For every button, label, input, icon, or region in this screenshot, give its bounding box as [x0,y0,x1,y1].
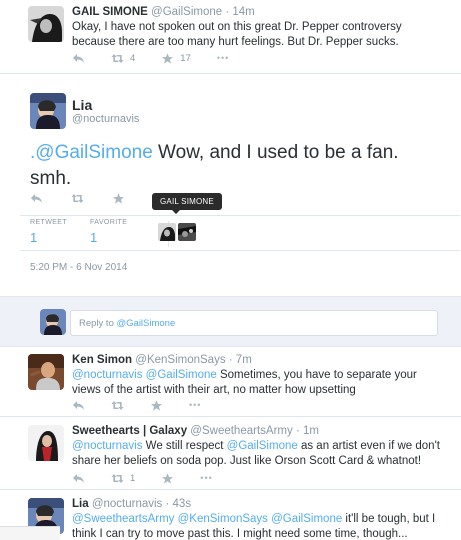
reply-button[interactable] [72,53,85,64]
retweet-button[interactable]: 1 [111,473,135,484]
retweet-icon [111,53,124,63]
avatar[interactable] [30,93,66,129]
retweet-icon [71,194,84,203]
mention-link[interactable]: @nocturnavis [72,440,142,452]
horizontal-scrollbar[interactable] [0,526,60,540]
retweet-icon [111,473,124,483]
tweet-actions: 4 17 ••• [72,51,255,65]
tweet-sweethearts[interactable]: Sweethearts | Galaxy @SweetheartsArmy · … [0,417,461,490]
tweet-actions: ••• [72,398,227,412]
tweet-text: .@GailSimone Wow, and I used to be a fan… [30,140,441,192]
more-button[interactable]: ••• [217,53,229,63]
tweet-time[interactable]: · 7m [229,354,252,366]
avatar [40,309,66,335]
author-handle[interactable]: @nocturnavis [92,498,162,510]
favorite-button[interactable]: 17 [161,53,191,64]
tweet-stats: RETWEET 1 FAVORITE 1 [20,215,460,251]
favorite-count[interactable]: 1 [90,230,127,245]
reply-icon [73,473,84,483]
favorite-button[interactable] [161,472,174,484]
reply-button[interactable] [72,473,85,484]
favorite-label: FAVORITE [90,219,128,226]
mention-link[interactable]: .@GailSimone [30,142,153,163]
reply-icon [31,194,42,203]
tweet-time[interactable]: · 14m [225,6,254,18]
favorite-button[interactable] [112,193,125,204]
tweet-time[interactable]: · 1m [296,425,319,437]
tweet-header: GAIL SIMONE @GailSimone · 14m [72,6,255,18]
avatar[interactable] [28,354,64,390]
retweet-icon [111,400,124,410]
reply-prefix: Reply to [79,318,117,329]
more-button[interactable]: ••• [200,473,212,483]
mention-link[interactable]: @nocturnavis @GailSimone [72,369,217,381]
author-handle[interactable]: @SweetheartsArmy [190,425,292,437]
author-name[interactable]: Ken Simon [72,354,132,366]
retweet-button[interactable] [71,193,84,204]
retweet-button[interactable] [111,400,124,411]
tweet-actions: 1 ••• [72,471,239,485]
reply-input[interactable]: Reply to @GailSimone [70,310,438,336]
favoriter-avatar[interactable] [178,223,196,241]
author-name[interactable]: Sweethearts | Galaxy [72,425,187,437]
retweet-count: 1 [130,472,136,484]
author-name[interactable]: GAIL SIMONE [72,6,148,18]
reply-button[interactable] [30,193,43,204]
tweet-timestamp[interactable]: 5:20 PM - 6 Nov 2014 [30,262,127,273]
retweet-label: RETWEET [30,219,68,226]
author-handle[interactable]: @GailSimone [151,6,222,18]
tweet-text: @SweetheartsArmy @KenSimonSays @GailSimo… [72,512,447,540]
more-button[interactable]: ••• [189,400,201,410]
tweet-text: @nocturnavis @GailSimone Sometimes, you … [72,368,447,398]
author-handle[interactable]: @nocturnavis [72,113,139,125]
mention-link[interactable]: @GailSimone [227,440,298,452]
tweet-lia-reply[interactable]: Lia @nocturnavis · 43s @SweetheartsArmy … [0,490,461,540]
tweet-gail-simone[interactable]: GAIL SIMONE @GailSimone · 14m Okay, I ha… [0,0,461,74]
avatar[interactable] [28,425,64,461]
favorite-button[interactable] [150,399,163,411]
tweet-header: Ken Simon @KenSimonSays · 7m [72,354,252,366]
tweet-ken-simon[interactable]: Ken Simon @KenSimonSays · 7m @nocturnavi… [0,347,461,417]
tweet-header: Lia @nocturnavis · 43s [72,498,191,510]
retweet-count[interactable]: 1 [30,230,67,245]
user-tooltip: GAIL SIMONE [152,193,222,214]
author-handle[interactable]: @KenSimonSays [135,354,225,366]
reply-icon [73,53,84,63]
star-icon [162,52,174,64]
tweet-header: Sweethearts | Galaxy @SweetheartsArmy · … [72,425,319,437]
reply-icon [73,400,84,410]
star-icon [162,472,174,484]
author-name[interactable]: Lia [72,498,89,510]
retweet-count: 4 [130,52,136,64]
tweet-text: Okay, I have not spoken out on this grea… [72,21,402,48]
reply-button[interactable] [72,400,85,411]
star-icon [151,399,162,411]
favoriter-avatar[interactable] [158,223,176,241]
mention-link[interactable]: @SweetheartsArmy @KenSimonSays @GailSimo… [72,513,342,525]
favorite-stat[interactable]: FAVORITE 1 [90,219,127,245]
tweet-body: We still respect [142,440,227,452]
retweet-button[interactable]: 4 [111,53,135,64]
favorite-count: 17 [180,52,191,64]
tweet-time[interactable]: · 43s [166,498,192,510]
avatar[interactable] [28,6,64,42]
author-name[interactable]: Lia [72,97,92,113]
tweet-text: @nocturnavis We still respect @GailSimon… [72,439,447,469]
reply-composer: Reply to @GailSimone [0,297,461,347]
retweet-stat[interactable]: RETWEET 1 [30,219,67,245]
reply-target: @GailSimone [116,318,176,329]
star-icon [113,193,124,204]
